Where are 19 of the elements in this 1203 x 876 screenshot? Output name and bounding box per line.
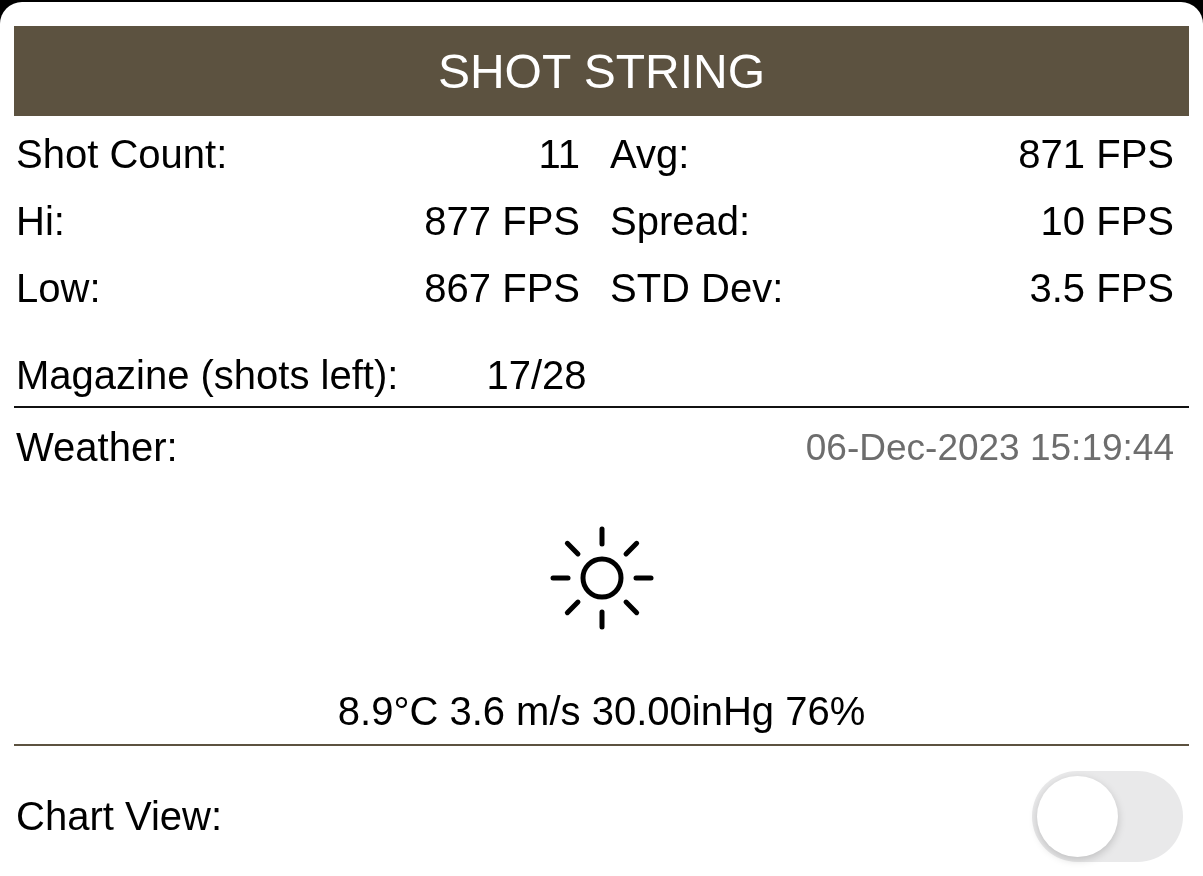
- weather-label: Weather:: [16, 425, 178, 470]
- magazine-value: 17/28: [486, 353, 587, 398]
- stat-value: 3.5 FPS: [1029, 266, 1174, 311]
- section-header: SHOT STRING: [14, 26, 1189, 116]
- magazine-label: Magazine (shots left):: [16, 353, 399, 398]
- stat-value: 11: [538, 132, 580, 177]
- stat-value: 867 FPS: [424, 266, 580, 311]
- stat-label: Low:: [16, 266, 101, 311]
- stat-label: Shot Count:: [16, 132, 228, 177]
- stat-value: 10 FPS: [1040, 199, 1174, 244]
- stat-value: 871 FPS: [1018, 132, 1174, 177]
- stat-label: Hi:: [16, 199, 65, 244]
- stat-label: Avg:: [610, 132, 690, 177]
- weather-timestamp: 06-Dec-2023 15:19:44: [805, 426, 1174, 469]
- stat-label: Spread:: [610, 199, 751, 244]
- stat-value: 877 FPS: [424, 199, 580, 244]
- stat-label: STD Dev:: [610, 266, 784, 311]
- chart-view-label: Chart View:: [16, 794, 222, 839]
- weather-summary: 8.9°C 3.6 m/s 30.00inHg 76%: [337, 689, 866, 733]
